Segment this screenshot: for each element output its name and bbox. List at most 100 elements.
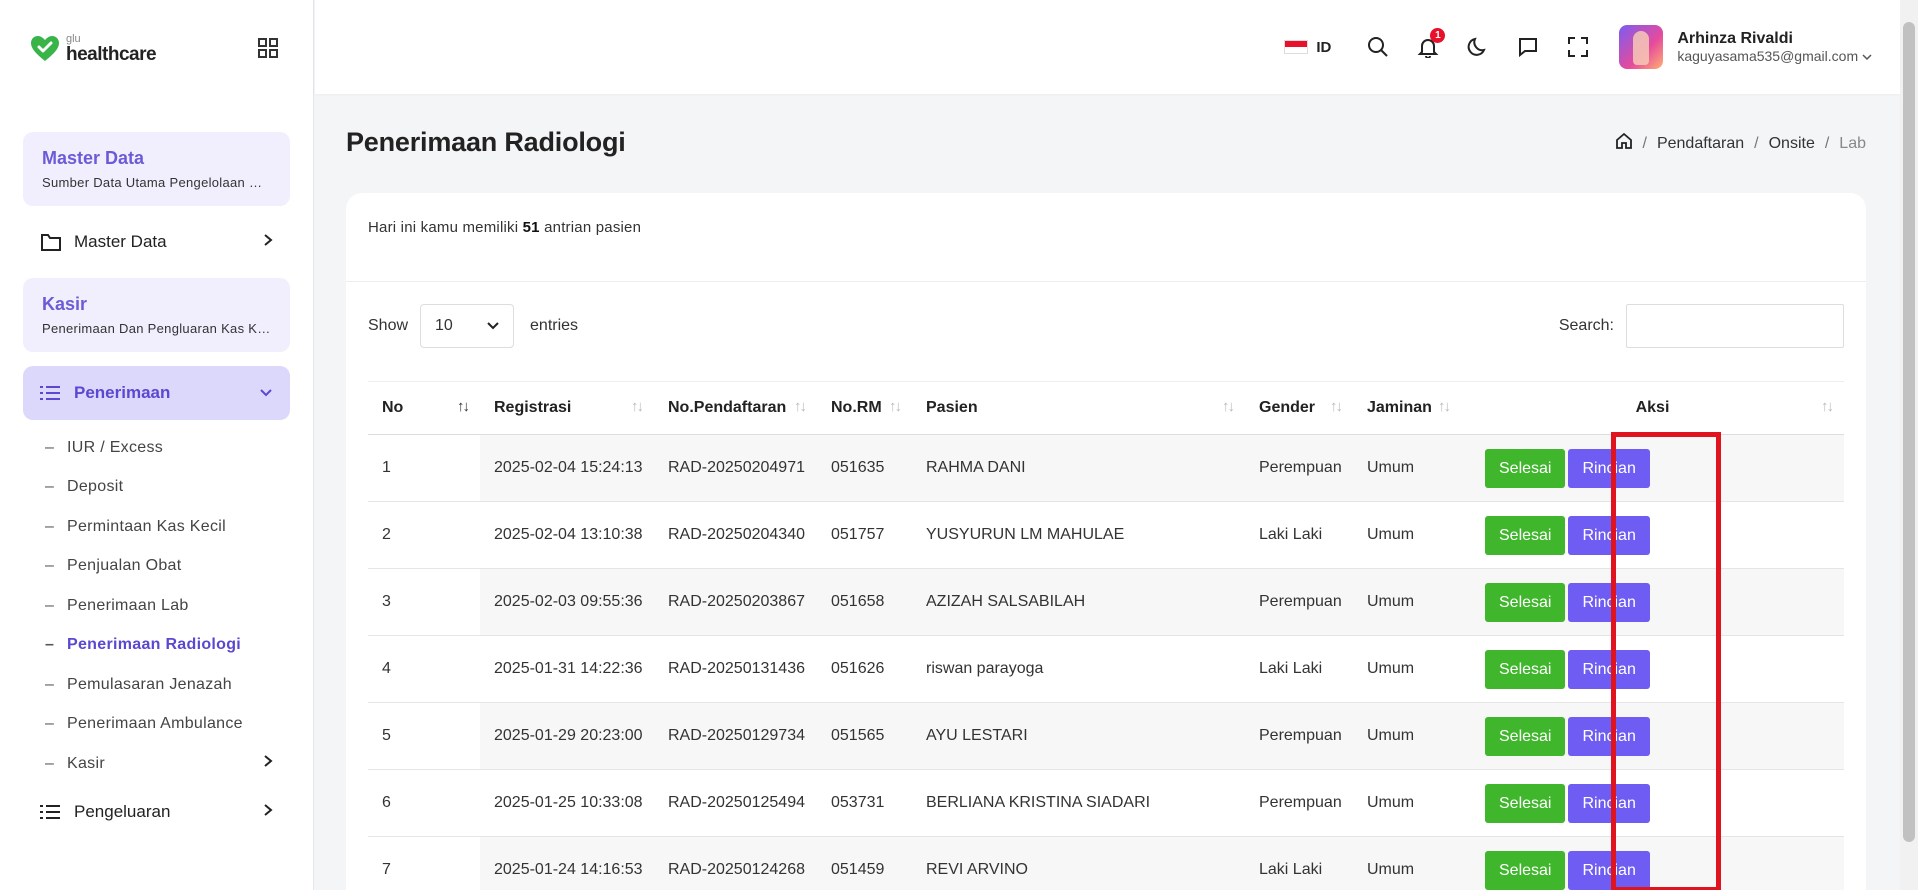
column-header-no-pendaftaran[interactable]: No.Pendaftaran ↑↓ (654, 381, 817, 435)
language-code: ID (1316, 38, 1332, 56)
sidebar-subitem-label: Penjualan Obat (67, 557, 182, 575)
cell-gender: Perempuan (1245, 568, 1353, 636)
home-icon[interactable] (1615, 132, 1633, 155)
sort-icon: ↑↓ (1821, 398, 1834, 415)
cell-gender: Laki Laki (1245, 501, 1353, 569)
sidebar-subitem-label: Penerimaan Ambulance (67, 715, 243, 733)
sidebar-subitem-penjualan-obat[interactable]: – Penjualan Obat (45, 547, 313, 587)
column-header-pasien[interactable]: Pasien ↑↓ (912, 381, 1245, 435)
cell-registrasi: 2025-02-04 15:24:13 (480, 434, 654, 502)
cell-pasien: YUSYURUN LM MAHULAE (912, 501, 1245, 569)
cell-no: 2 (368, 501, 480, 569)
cell-jaminan: Umum (1353, 568, 1461, 636)
sidebar-item-label: Penerimaan (74, 383, 171, 402)
column-header-registrasi[interactable]: Registrasi ↑↓ (480, 381, 654, 435)
search-icon[interactable] (1365, 34, 1391, 60)
cell-jaminan: Umum (1353, 501, 1461, 569)
column-header-gender[interactable]: Gender ↑↓ (1245, 381, 1353, 435)
user-menu[interactable]: Arhinza Rivaldi kaguyasama535@gmail.com (1677, 29, 1872, 65)
sort-icon: ↑↓ (457, 398, 470, 415)
selesai-button[interactable]: Selesai (1485, 649, 1566, 689)
queue-info-suffix: antrian pasien (544, 219, 642, 236)
penerimaan-submenu: – IUR / Excess – Deposit – Permintaan Kas K… (45, 428, 313, 784)
column-header-jaminan[interactable]: Jaminan ↑↓ (1353, 381, 1461, 435)
sidebar-item-label: Master Data (74, 232, 167, 251)
entries-select[interactable]: 10 (420, 304, 515, 348)
cell-pasien: riswan parayoga (912, 635, 1245, 703)
scrollbar-thumb[interactable] (1903, 22, 1915, 842)
sidebar-subitem-label: Penerimaan Lab (67, 596, 189, 614)
sidebar-subitem-permintaan-kas-kecil[interactable]: – Permintaan Kas Kecil (45, 507, 313, 547)
breadcrumb-link[interactable]: Pendaftaran (1657, 135, 1744, 153)
column-header-aksi[interactable]: Aksi ↑↓ (1461, 381, 1844, 435)
sidebar-item-penerimaan[interactable]: Penerimaan (23, 366, 290, 420)
sidebar-item-label: Pengeluaran (74, 801, 171, 821)
show-label: Show (368, 317, 409, 334)
table-header-row: No ↑↓ Registrasi ↑↓ No.Pendaftaran ↑↓ No.RM… (368, 381, 1844, 435)
cell-pasien: BERLIANA KRISTINA SIADARI (912, 769, 1245, 837)
brand[interactable]: glu healthcare (0, 0, 313, 98)
column-header-no[interactable]: No ↑↓ (368, 381, 480, 435)
language-switcher[interactable]: ID (1284, 39, 1331, 56)
cell-gender: Perempuan (1245, 769, 1353, 837)
cell-no-rm: 051626 (817, 635, 912, 703)
queue-count: 51 (522, 219, 540, 236)
cell-pasien: REVI ARVINO (912, 836, 1245, 890)
cell-gender: Laki Laki (1245, 635, 1353, 703)
cell-pasien: AYU LESTARI (912, 702, 1245, 770)
cell-no-pendaftaran: RAD-20250204340 (654, 501, 817, 569)
cell-no-pendaftaran: RAD-20250125494 (654, 769, 817, 837)
cell-gender: Perempuan (1245, 702, 1353, 770)
user-email: kaguyasama535@gmail.com (1677, 48, 1859, 65)
chevron-down-icon (1862, 48, 1872, 64)
sidebar-subitem-deposit[interactable]: – Deposit (45, 468, 313, 508)
cell-no-rm: 053731 (817, 769, 912, 837)
selesai-button[interactable]: Selesai (1485, 515, 1566, 555)
sidebar-subitem-label: Kasir (67, 754, 105, 772)
cell-no: 3 (368, 568, 480, 636)
sidebar-subitem-penerimaan-radiologi[interactable]: – Penerimaan Radiologi (45, 626, 313, 666)
breadcrumb-link[interactable]: Onsite (1769, 135, 1815, 153)
sidebar-subitem-kasir[interactable]: – Kasir (45, 744, 313, 784)
selesai-button[interactable]: Selesai (1485, 783, 1566, 823)
sidebar: glu healthcare Master Data Sumber Data U… (0, 0, 314, 890)
search-input[interactable] (1626, 304, 1844, 348)
selesai-button[interactable]: Selesai (1485, 716, 1566, 756)
cell-jaminan: Umum (1353, 702, 1461, 770)
cell-registrasi: 2025-01-25 10:33:08 (480, 769, 654, 837)
moon-icon[interactable] (1465, 34, 1491, 60)
chevron-right-icon (263, 802, 273, 822)
sort-icon: ↑↓ (889, 398, 902, 415)
cell-no-rm: 051757 (817, 501, 912, 569)
grid-menu-icon[interactable] (257, 37, 279, 59)
sidebar-item-pengeluaran[interactable]: Pengeluaran (23, 784, 290, 840)
cell-no-pendaftaran: RAD-20250129734 (654, 702, 817, 770)
sidebar-subitem-penerimaan-ambulance[interactable]: – Penerimaan Ambulance (45, 705, 313, 745)
entries-label: entries (530, 317, 579, 334)
cell-no: 6 (368, 769, 480, 837)
cell-no: 1 (368, 434, 480, 502)
cell-no: 7 (368, 836, 480, 890)
fullscreen-icon[interactable] (1565, 34, 1591, 60)
cell-no-pendaftaran: RAD-20250203867 (654, 568, 817, 636)
folder-icon (40, 231, 62, 253)
selesai-button[interactable]: Selesai (1485, 582, 1566, 622)
cell-registrasi: 2025-01-31 14:22:36 (480, 635, 654, 703)
cell-registrasi: 2025-01-29 20:23:00 (480, 702, 654, 770)
selesai-button[interactable]: Selesai (1485, 448, 1566, 488)
column-header-no-rm[interactable]: No.RM ↑↓ (817, 381, 912, 435)
sidebar-subitem-pemulasaran-jenazah[interactable]: – Pemulasaran Jenazah (45, 665, 313, 705)
page-scrollbar[interactable] (1900, 0, 1918, 890)
bell-icon[interactable]: 1 (1415, 28, 1446, 60)
list-icon (40, 801, 62, 823)
sidebar-subitem-penerimaan-lab[interactable]: – Penerimaan Lab (45, 586, 313, 626)
cell-no-rm: 051459 (817, 836, 912, 890)
selesai-button[interactable]: Selesai (1485, 850, 1566, 890)
chat-icon[interactable] (1515, 34, 1541, 60)
brand-name: healthcare (66, 44, 157, 65)
sort-icon: ↑↓ (1330, 398, 1343, 415)
avatar[interactable] (1619, 25, 1664, 69)
entries-select-value: 10 (435, 317, 453, 334)
sidebar-item-master-data[interactable]: Master Data (23, 214, 290, 270)
sidebar-subitem-iur[interactable]: – IUR / Excess (45, 428, 313, 468)
